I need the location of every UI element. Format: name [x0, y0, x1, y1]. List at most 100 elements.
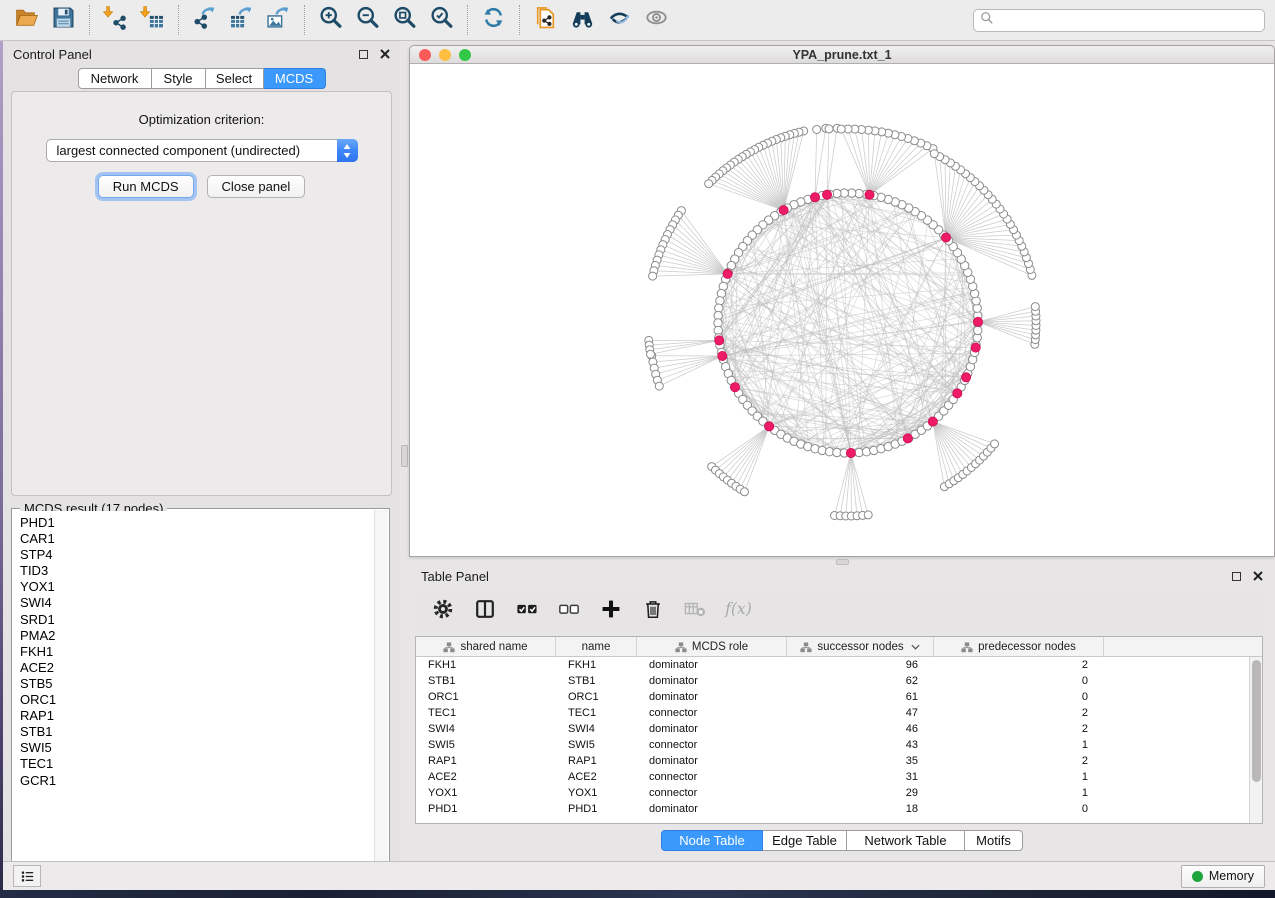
search-network-button[interactable] — [564, 3, 601, 37]
mcds-result-item[interactable]: STB1 — [20, 724, 374, 740]
network-from-selection-button[interactable] — [527, 3, 564, 37]
import-network-button[interactable] — [97, 3, 134, 37]
close-panel-button[interactable]: Close panel — [207, 175, 306, 198]
cell-MCDS-role[interactable]: connector — [637, 737, 787, 753]
cell-predecessor-nodes[interactable]: 0 — [934, 673, 1104, 689]
mcds-hub-node[interactable] — [865, 190, 874, 199]
cell-predecessor-nodes[interactable]: 1 — [934, 769, 1104, 785]
cell-successor-nodes[interactable]: 47 — [787, 705, 934, 721]
table-row[interactable]: PHD1PHD1dominator180 — [416, 801, 1249, 817]
criterion-select[interactable]: largest connected component (undirected) — [46, 139, 358, 162]
cell-predecessor-nodes[interactable]: 0 — [934, 801, 1104, 817]
import-table-button[interactable] — [134, 3, 171, 37]
close-panel-icon[interactable] — [380, 47, 390, 62]
table-row[interactable]: SWI5SWI5connector431 — [416, 737, 1249, 753]
network-window-titlebar[interactable]: YPA_prune.txt_1 — [410, 46, 1274, 64]
column-header-shared-name[interactable]: shared name — [416, 637, 556, 657]
mcds-hub-node[interactable] — [779, 206, 788, 215]
column-header-name[interactable]: name — [556, 637, 637, 657]
cell-successor-nodes[interactable]: 29 — [787, 785, 934, 801]
column-header-successor-nodes[interactable]: successor nodes — [787, 637, 934, 657]
cell-predecessor-nodes[interactable]: 2 — [934, 705, 1104, 721]
cell-shared-name[interactable]: PHD1 — [416, 801, 556, 817]
run-mcds-button[interactable]: Run MCDS — [98, 175, 194, 198]
show-hide-details-button[interactable] — [638, 3, 675, 37]
mcds-hub-node[interactable] — [928, 417, 937, 426]
tab-style[interactable]: Style — [152, 68, 206, 89]
export-image-button[interactable] — [260, 3, 297, 37]
mcds-result-item[interactable]: YOX1 — [20, 579, 374, 595]
column-header-MCDS-role[interactable]: MCDS role — [637, 637, 787, 657]
cell-predecessor-nodes[interactable]: 2 — [934, 657, 1104, 673]
mcds-result-item[interactable]: FKH1 — [20, 644, 374, 660]
mcds-hub-node[interactable] — [718, 351, 727, 360]
tab-node-table[interactable]: Node Table — [661, 830, 763, 851]
cell-predecessor-nodes[interactable]: 1 — [934, 785, 1104, 801]
memory-button[interactable]: Memory — [1181, 865, 1265, 888]
table-row[interactable]: RAP1RAP1dominator352 — [416, 753, 1249, 769]
columns-button[interactable] — [471, 597, 499, 625]
mcds-hub-node[interactable] — [846, 448, 855, 457]
select-all-button[interactable] — [513, 597, 541, 625]
mcds-result-scrollbar[interactable] — [374, 510, 388, 878]
search-input[interactable] — [994, 11, 1264, 30]
table-row[interactable]: FKH1FKH1dominator962 — [416, 657, 1249, 673]
mcds-result-item[interactable]: PHD1 — [20, 515, 374, 531]
zoom-out-button[interactable] — [349, 3, 386, 37]
mcds-result-item[interactable]: STB5 — [20, 676, 374, 692]
mcds-hub-node[interactable] — [730, 383, 739, 392]
settings-button[interactable] — [429, 597, 457, 625]
mcds-result-item[interactable]: SRD1 — [20, 612, 374, 628]
close-table-panel-icon[interactable] — [1253, 569, 1263, 584]
cell-name[interactable]: FKH1 — [556, 657, 637, 673]
cell-MCDS-role[interactable]: connector — [637, 785, 787, 801]
open-file-button[interactable] — [8, 3, 45, 37]
cell-name[interactable]: TEC1 — [556, 705, 637, 721]
mcds-result-item[interactable]: SWI5 — [20, 740, 374, 756]
export-network-button[interactable] — [186, 3, 223, 37]
graphics-details-button[interactable] — [601, 3, 638, 37]
tab-network[interactable]: Network — [78, 68, 152, 89]
cell-predecessor-nodes[interactable]: 0 — [934, 689, 1104, 705]
tab-network-table[interactable]: Network Table — [847, 830, 965, 851]
mcds-hub-node[interactable] — [822, 190, 831, 199]
cell-MCDS-role[interactable]: dominator — [637, 721, 787, 737]
mcds-result-item[interactable]: ACE2 — [20, 660, 374, 676]
cell-predecessor-nodes[interactable]: 2 — [934, 721, 1104, 737]
cell-successor-nodes[interactable]: 43 — [787, 737, 934, 753]
task-history-button[interactable] — [13, 865, 41, 887]
zoom-fit-button[interactable] — [386, 3, 423, 37]
cell-shared-name[interactable]: SWI5 — [416, 737, 556, 753]
network-canvas[interactable] — [410, 64, 1274, 556]
splitter-grip[interactable] — [401, 445, 408, 467]
mcds-result-item[interactable]: GCR1 — [20, 773, 374, 789]
cell-name[interactable]: STB1 — [556, 673, 637, 689]
table-row[interactable]: STB1STB1dominator620 — [416, 673, 1249, 689]
mcds-result-item[interactable]: ORC1 — [20, 692, 374, 708]
cell-successor-nodes[interactable]: 18 — [787, 801, 934, 817]
cell-MCDS-role[interactable]: dominator — [637, 673, 787, 689]
tab-edge-table[interactable]: Edge Table — [763, 830, 847, 851]
table-scrollbar[interactable] — [1249, 657, 1262, 823]
mcds-result-item[interactable]: TID3 — [20, 563, 374, 579]
cell-shared-name[interactable]: STB1 — [416, 673, 556, 689]
table-row[interactable]: YOX1YOX1connector291 — [416, 785, 1249, 801]
cell-MCDS-role[interactable]: connector — [637, 769, 787, 785]
cell-predecessor-nodes[interactable]: 1 — [934, 737, 1104, 753]
mcds-hub-node[interactable] — [765, 422, 774, 431]
network-graph[interactable] — [410, 64, 1274, 556]
float-panel-icon[interactable] — [359, 50, 368, 59]
cell-name[interactable]: SWI4 — [556, 721, 637, 737]
cell-name[interactable]: PHD1 — [556, 801, 637, 817]
delete-entry-button[interactable] — [639, 597, 667, 625]
save-session-button[interactable] — [45, 3, 82, 37]
cell-MCDS-role[interactable]: dominator — [637, 753, 787, 769]
mcds-result-item[interactable]: RAP1 — [20, 708, 374, 724]
cell-successor-nodes[interactable]: 62 — [787, 673, 934, 689]
mcds-result-item[interactable]: CAR1 — [20, 531, 374, 547]
column-header-predecessor-nodes[interactable]: predecessor nodes — [934, 637, 1104, 657]
mcds-hub-node[interactable] — [810, 193, 819, 202]
cell-shared-name[interactable]: ORC1 — [416, 689, 556, 705]
export-table-button[interactable] — [223, 3, 260, 37]
cell-successor-nodes[interactable]: 35 — [787, 753, 934, 769]
